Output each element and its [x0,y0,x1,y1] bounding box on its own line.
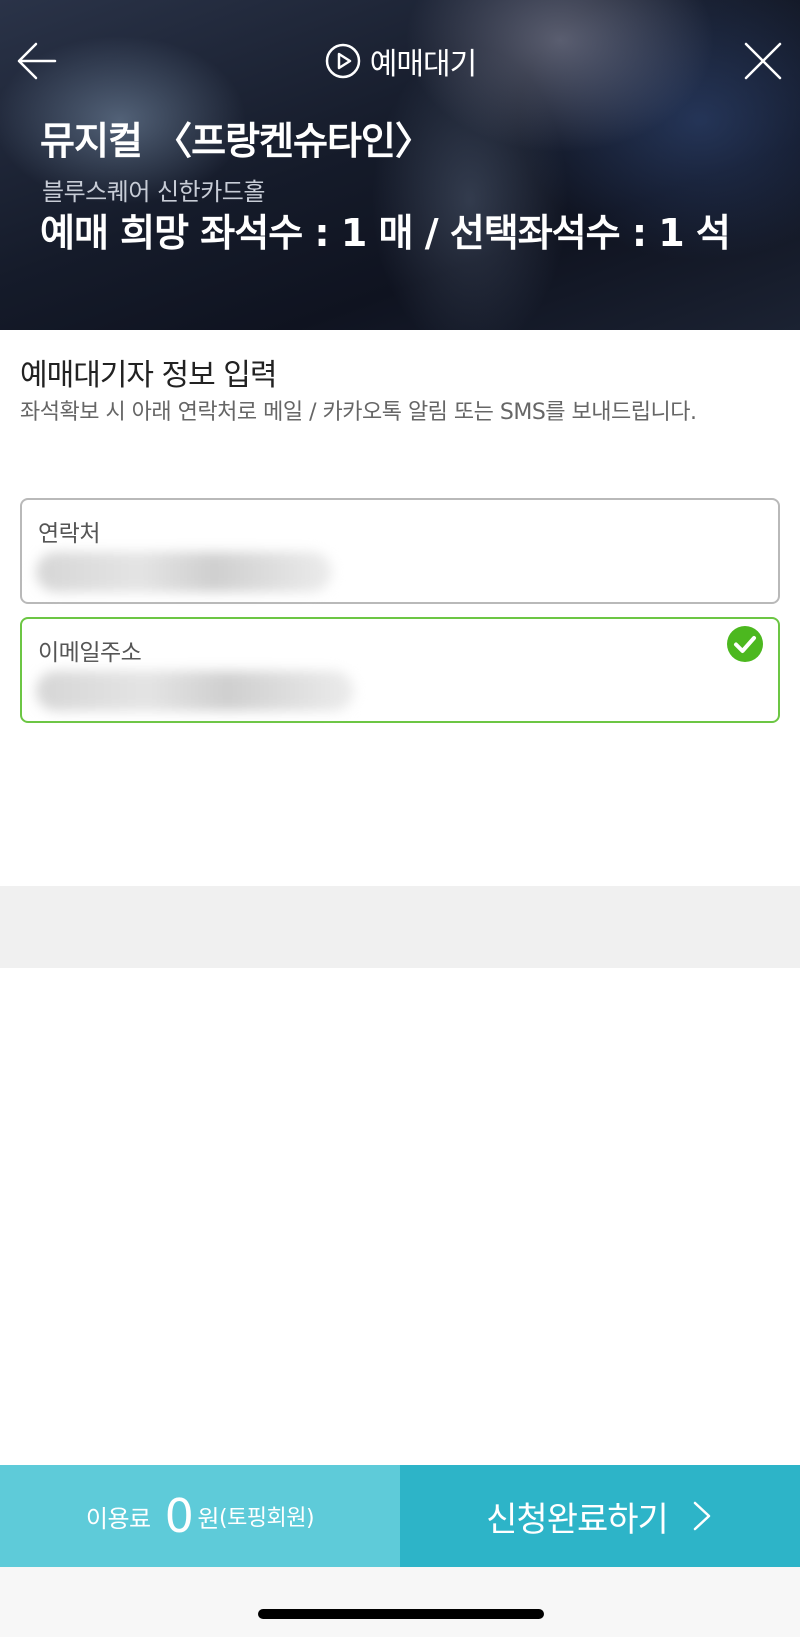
contact-value-redacted [36,552,332,592]
section-divider [0,886,800,968]
contact-field[interactable]: 연락처 [20,498,780,604]
chevron-right-icon [690,1500,714,1532]
form-heading: 예매대기자 정보 입력 [20,358,277,393]
submit-label: 신청완료하기 [486,1499,669,1540]
check-circle-icon [726,625,764,663]
home-indicator[interactable] [258,1609,544,1619]
email-label: 이메일주소 [38,640,142,666]
header-title-group: 예매대기 [0,38,800,84]
email-value-redacted [36,671,354,711]
fee-label: 이용료 [85,1504,151,1533]
seat-count-info: 예매 희망 좌석수 : 1 매 / 선택좌석수 : 1 석 [40,211,731,255]
home-indicator-area [0,1567,800,1637]
show-title: 뮤지컬 〈프랑켄슈타인〉 [40,119,433,163]
close-icon [744,42,782,80]
event-header: 예매대기 뮤지컬 〈프랑켄슈타인〉 블루스퀘어 신한카드홀 예매 희망 좌석수 … [0,0,800,330]
play-circle-icon [324,42,362,80]
submit-button[interactable]: 신청완료하기 [400,1465,800,1567]
form-description: 좌석확보 시 아래 연락처로 메일 / 카카오톡 알림 또는 SMS를 보내드립… [20,400,697,425]
header-title: 예매대기 [369,47,477,82]
email-field[interactable]: 이메일주소 [20,617,780,723]
fee-unit: 원 [197,1504,219,1533]
fee-amount: 0 [164,1489,194,1543]
fee-note: (토핑회원) [218,1506,315,1531]
fee-summary: 이용료 0 원 (토핑회원) [0,1465,400,1567]
close-button[interactable] [740,38,786,84]
contact-label: 연락처 [38,521,100,547]
